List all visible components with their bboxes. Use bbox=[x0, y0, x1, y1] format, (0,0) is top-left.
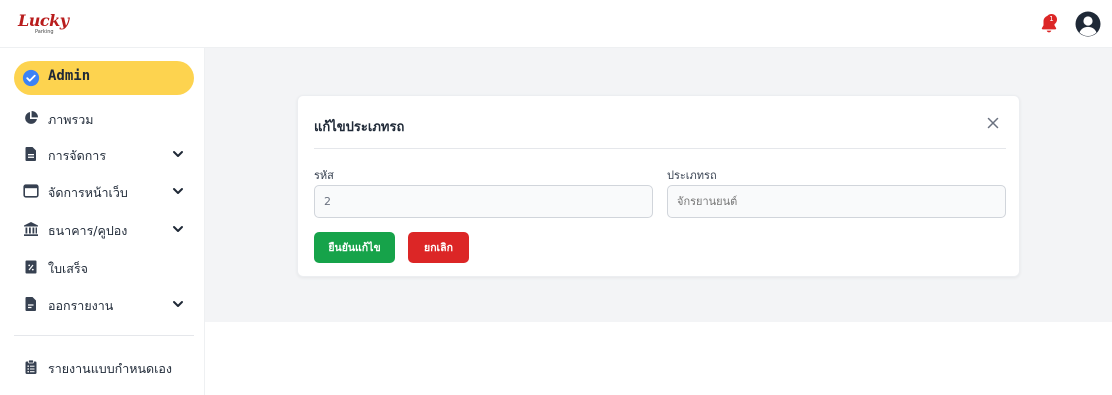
code-label: รหัส bbox=[314, 169, 334, 182]
chevron-down-icon[interactable] bbox=[172, 148, 184, 160]
verified-check-icon bbox=[22, 69, 40, 87]
close-icon[interactable] bbox=[986, 116, 1000, 130]
sidebar-item-bank-coupon[interactable]: ธนาคาร/คูปอง bbox=[14, 214, 194, 244]
user-avatar-icon[interactable] bbox=[1075, 11, 1101, 37]
modal-divider bbox=[314, 148, 1006, 149]
clipboard-list-icon bbox=[25, 359, 37, 374]
document-icon bbox=[25, 147, 36, 161]
confirm-edit-button[interactable]: ยืนยันแก้ไข bbox=[314, 232, 395, 263]
sidebar-divider bbox=[14, 335, 194, 336]
chevron-down-icon[interactable] bbox=[172, 185, 184, 197]
cancel-button[interactable]: ยกเลิก bbox=[408, 232, 469, 263]
main-content: แก้ไขประเภทรถ รหัส ประเภทรถ ยืนยันแก้ไข … bbox=[205, 48, 1112, 322]
vehicle-type-label: ประเภทรถ bbox=[667, 169, 717, 182]
logo-wordmark: Lucky bbox=[18, 11, 69, 30]
sidebar-item-overview[interactable]: ภาพรวม bbox=[14, 103, 194, 133]
sidebar-item-custom-report[interactable]: รายงานแบบกำหนดเอง bbox=[14, 352, 194, 382]
sidebar-item-label: ธนาคาร/คูปอง bbox=[48, 223, 128, 238]
sidebar-item-label: รายงานแบบกำหนดเอง bbox=[48, 361, 173, 376]
code-input[interactable] bbox=[314, 185, 653, 218]
lucky-parking-logo[interactable]: Lucky Parking bbox=[16, 10, 72, 38]
bank-icon bbox=[24, 222, 38, 236]
vehicle-type-input[interactable] bbox=[667, 185, 1006, 218]
chevron-down-icon[interactable] bbox=[172, 298, 184, 310]
sidebar-item-management[interactable]: การจัดการ bbox=[14, 139, 194, 169]
sidebar-item-label: ใบเสร็จ bbox=[48, 261, 88, 276]
admin-role-pill[interactable]: Admin bbox=[14, 61, 194, 95]
sidebar-item-label: จัดการหน้าเว็บ bbox=[48, 185, 128, 200]
modal-title: แก้ไขประเภทรถ bbox=[314, 120, 405, 135]
sidebar-item-receipt[interactable]: ใบเสร็จ bbox=[14, 252, 194, 282]
report-file-icon bbox=[25, 297, 36, 311]
sidebar-item-label: การจัดการ bbox=[48, 148, 107, 163]
edit-vehicle-type-modal: แก้ไขประเภทรถ รหัส ประเภทรถ ยืนยันแก้ไข … bbox=[297, 95, 1020, 277]
sidebar-item-label: ภาพรวม bbox=[48, 112, 94, 127]
sidebar-item-web-pages[interactable]: จัดการหน้าเว็บ bbox=[14, 176, 194, 206]
admin-role-label: Admin bbox=[48, 68, 91, 84]
sidebar-item-reports[interactable]: ออกรายงาน bbox=[14, 289, 194, 319]
sidebar-item-label: ออกรายงาน bbox=[48, 298, 114, 313]
chevron-down-icon[interactable] bbox=[172, 223, 184, 235]
logo-subtext: Parking bbox=[35, 29, 54, 35]
pie-chart-icon bbox=[25, 111, 38, 124]
notification-badge: 1 bbox=[1046, 14, 1057, 25]
browser-window-icon bbox=[23, 184, 39, 198]
top-header: Lucky Parking 1 bbox=[0, 0, 1112, 48]
sidebar: Admin ภาพรวม การจัดการ จัดการหน้าเว็บ ธน… bbox=[0, 48, 205, 395]
receipt-icon bbox=[25, 260, 37, 274]
